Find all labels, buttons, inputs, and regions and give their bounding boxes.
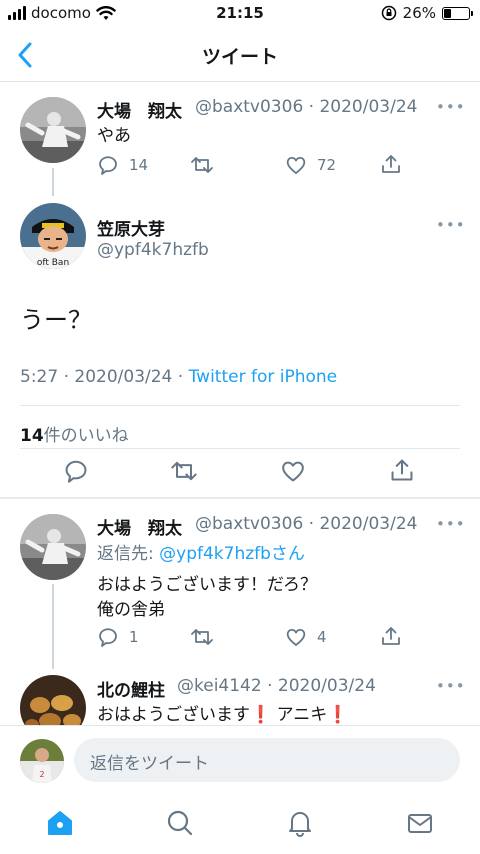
battery-icon bbox=[442, 6, 473, 20]
share-button[interactable] bbox=[380, 153, 402, 175]
heart-icon[interactable] bbox=[280, 458, 306, 484]
likes-count: 14 bbox=[20, 426, 44, 446]
share-icon bbox=[382, 627, 400, 645]
reply-input[interactable]: 返信をツイート bbox=[74, 738, 460, 782]
battery-group: 26% bbox=[381, 4, 473, 22]
tab-bar bbox=[0, 795, 480, 854]
author-meta: @baxtv0306 · 2020/03/24 bbox=[195, 97, 418, 117]
reply-to: 返信先: @ypf4k7hzfbさん bbox=[97, 539, 305, 564]
reply-to-handle[interactable]: @ypf4k7hzfbさん bbox=[159, 544, 305, 564]
exclamation-icon: ❗ bbox=[250, 705, 272, 725]
likes-summary[interactable]: 14件のいいね bbox=[20, 421, 129, 446]
author-name[interactable]: 大場 翔太 bbox=[97, 97, 182, 122]
thread-line bbox=[52, 168, 54, 196]
home-icon[interactable] bbox=[46, 809, 74, 837]
rotation-lock-icon bbox=[381, 5, 396, 21]
heart-icon bbox=[286, 156, 306, 174]
messages-icon[interactable] bbox=[406, 809, 434, 837]
reply-icon bbox=[99, 156, 117, 175]
author-meta: @kei4142 · 2020/03/24 bbox=[177, 676, 376, 696]
author-meta: @baxtv0306 · 2020/03/24 bbox=[195, 514, 418, 534]
avatar[interactable] bbox=[20, 514, 86, 580]
reply-button[interactable]: 14 bbox=[97, 154, 148, 176]
reply-count: 1 bbox=[129, 628, 139, 646]
tweet-text-line: おはようございます！だろ？ bbox=[97, 575, 317, 595]
nav-bar: ツイート bbox=[0, 28, 480, 82]
avatar[interactable] bbox=[20, 97, 86, 163]
reply-icon bbox=[99, 628, 117, 647]
search-icon[interactable] bbox=[166, 809, 194, 837]
tweet-text: うー？ bbox=[20, 306, 92, 334]
divider bbox=[20, 405, 460, 406]
avatar[interactable]: oft Ban bbox=[20, 203, 86, 269]
author-name[interactable]: 北の鯉柱 bbox=[97, 676, 165, 701]
retweet-icon[interactable] bbox=[170, 458, 198, 484]
reply-to-label: 返信先: bbox=[97, 544, 160, 564]
retweet-button[interactable] bbox=[190, 626, 214, 648]
notifications-icon[interactable] bbox=[286, 809, 314, 837]
retweet-icon bbox=[191, 157, 213, 173]
reply-bar: 2 返信をツイート bbox=[0, 725, 480, 795]
share-icon bbox=[382, 155, 400, 173]
retweet-button[interactable] bbox=[190, 154, 214, 176]
thread-line bbox=[52, 584, 54, 669]
like-count: 4 bbox=[317, 628, 327, 646]
retweet-icon bbox=[191, 629, 213, 645]
like-count: 72 bbox=[317, 156, 337, 174]
author-handle: @ypf4k7hzfb bbox=[97, 240, 209, 260]
more-icon[interactable]: ••• bbox=[436, 98, 466, 116]
status-bar: docomo 21:15 26% bbox=[0, 0, 480, 28]
likes-label: 件のいいね bbox=[43, 426, 129, 446]
tweet-timestamp: 5:27 · 2020/03/24 · Twitter for iPhone bbox=[20, 367, 337, 387]
reply-count: 14 bbox=[129, 156, 149, 174]
exclamation-icon: ❗ bbox=[327, 705, 349, 725]
more-icon[interactable]: ••• bbox=[436, 677, 466, 695]
tweet-text-part: アニキ bbox=[271, 705, 328, 725]
tweet-text: やあ bbox=[97, 126, 131, 146]
like-button[interactable]: 4 bbox=[285, 626, 327, 648]
reply-icon[interactable] bbox=[63, 458, 89, 484]
reply-button[interactable]: 1 bbox=[97, 626, 139, 648]
tweet-text-part: おはようございます bbox=[97, 705, 250, 725]
author-name[interactable]: 大場 翔太 bbox=[97, 514, 182, 539]
avatar: 2 bbox=[20, 739, 64, 783]
heart-icon bbox=[286, 628, 306, 646]
tweet-text: おはようございます❗ アニキ❗ bbox=[97, 700, 348, 725]
more-icon[interactable]: ••• bbox=[436, 515, 466, 533]
battery-percent: 26% bbox=[402, 4, 436, 22]
timestamp-text: 5:27 · 2020/03/24 · bbox=[20, 367, 189, 387]
share-icon[interactable] bbox=[389, 457, 415, 483]
source-link[interactable]: Twitter for iPhone bbox=[189, 367, 338, 387]
tweet-text-line: 俺の舎弟 bbox=[97, 600, 165, 620]
svg-text:oft Ban: oft Ban bbox=[37, 258, 69, 268]
section-divider bbox=[0, 497, 480, 499]
svg-text:2: 2 bbox=[39, 770, 44, 779]
page-title: ツイート bbox=[201, 46, 278, 68]
author-name[interactable]: 笠原大芽 bbox=[97, 215, 165, 240]
like-button[interactable]: 72 bbox=[285, 154, 336, 176]
more-icon[interactable]: ••• bbox=[436, 216, 466, 234]
divider bbox=[20, 448, 460, 449]
share-button[interactable] bbox=[380, 625, 402, 647]
